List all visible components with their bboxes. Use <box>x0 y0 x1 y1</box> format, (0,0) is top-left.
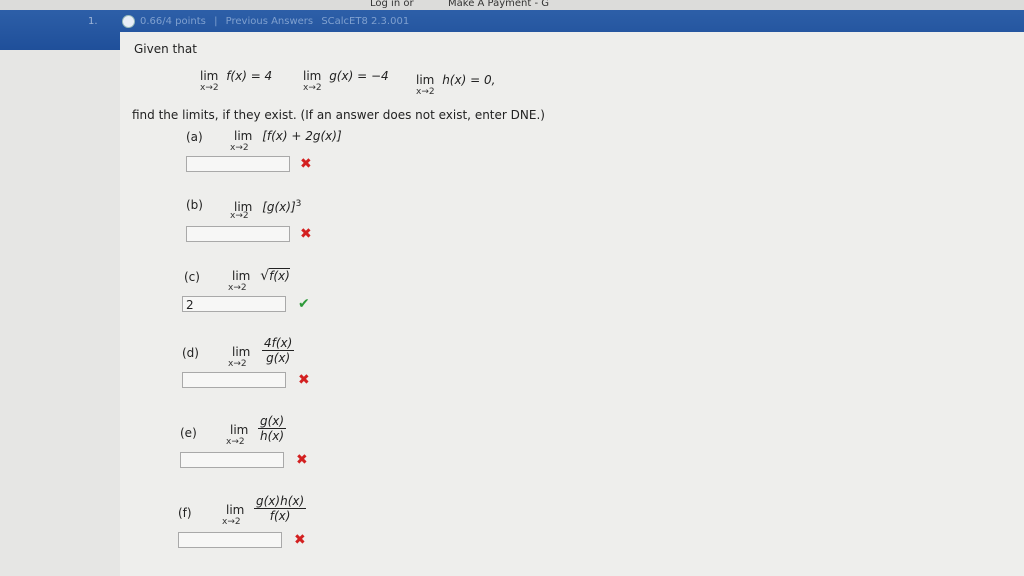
incorrect-icon: ✖ <box>300 156 312 172</box>
question-number: 1. <box>88 16 98 27</box>
correct-checkmark-icon: ✔ <box>298 296 310 312</box>
points-text: 0.66/4 points <box>140 16 206 27</box>
given-limit-f: lim x→2 f(x) = 4 <box>200 69 273 94</box>
part-b-expression: lim x→2 [g(x)]3 <box>230 199 302 221</box>
answer-input-a[interactable] <box>186 156 290 172</box>
question-body: Given that lim x→2 f(x) = 4 lim x→2 g(x)… <box>120 32 1024 576</box>
part-f-label: (f) <box>178 506 192 520</box>
given-limit-g: lim x→2 g(x) = −4 <box>303 69 389 94</box>
part-d-label: (d) <box>182 346 199 360</box>
part-d-limit: lim x→2 <box>228 345 251 370</box>
incorrect-icon: ✖ <box>300 226 312 242</box>
part-a-expression: lim x→2 [f(x) + 2g(x)] <box>230 129 342 154</box>
browser-tab-payment[interactable]: Make A Payment - G <box>448 0 549 9</box>
browser-tab-login[interactable]: Log in or <box>370 0 414 9</box>
question-meta: 0.66/4 points | Previous Answers SCalcET… <box>140 16 409 27</box>
previous-answers-link[interactable]: Previous Answers <box>226 16 313 27</box>
part-e-limit: lim x→2 <box>226 423 249 448</box>
part-c-expression: lim x→2 √f(x) <box>228 268 290 293</box>
sqrt-icon: √ <box>260 268 270 284</box>
problem-code: SCalcET8 2.3.001 <box>321 16 410 27</box>
incorrect-icon: ✖ <box>298 372 310 388</box>
part-a-label: (a) <box>186 130 203 144</box>
part-c-label: (c) <box>184 270 200 284</box>
given-limit-h: lim x→2 h(x) = 0, <box>416 73 496 98</box>
incorrect-icon: ✖ <box>294 532 306 548</box>
part-f-limit: lim x→2 <box>222 503 245 528</box>
answer-input-e[interactable] <box>180 452 284 468</box>
part-e-fraction: g(x) h(x) <box>258 414 287 443</box>
given-text: Given that <box>134 42 197 56</box>
answer-input-d[interactable] <box>182 372 286 388</box>
points-indicator-icon <box>122 15 135 28</box>
part-b-label: (b) <box>186 198 203 212</box>
answer-input-c[interactable]: 2 <box>182 296 286 312</box>
part-d-fraction: 4f(x) g(x) <box>262 336 295 365</box>
instruction-text: find the limits, if they exist. (If an a… <box>132 108 545 122</box>
part-f-fraction: g(x)h(x) f(x) <box>254 494 307 523</box>
meta-separator: | <box>214 16 218 27</box>
answer-input-f[interactable] <box>178 532 282 548</box>
part-e-label: (e) <box>180 426 197 440</box>
answer-input-b[interactable] <box>186 226 290 242</box>
incorrect-icon: ✖ <box>296 452 308 468</box>
